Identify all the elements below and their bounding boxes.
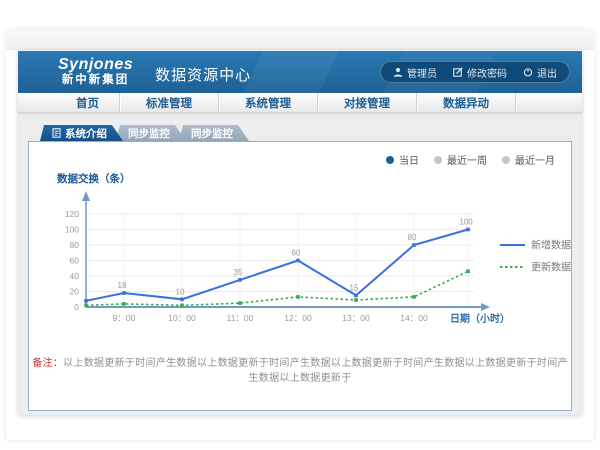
nav-item-data-change[interactable]: 数据异动 [417, 93, 516, 112]
radio-icon [386, 156, 394, 164]
change-password-label: 修改密码 [467, 65, 507, 80]
radio-icon [434, 156, 442, 164]
svg-text:12：00: 12：00 [284, 313, 312, 323]
svg-text:新增数据: 新增数据 [531, 239, 571, 252]
range-option-today[interactable]: 当日 [386, 152, 419, 167]
svg-text:15: 15 [350, 283, 359, 292]
power-icon [523, 67, 533, 77]
page-title: 数据资源中心 [155, 60, 251, 85]
svg-text:0: 0 [74, 302, 79, 312]
brand-logo: Synjones 新中新集团 [58, 57, 133, 87]
svg-text:40: 40 [70, 271, 80, 281]
user-icon [393, 67, 403, 77]
range-option-last-month[interactable]: 最近一月 [502, 152, 555, 167]
note-prefix: 备注： [32, 358, 63, 369]
main-nav: 首页 标准管理 系统管理 对接管理 数据异动 [18, 93, 582, 113]
tab-system-intro[interactable]: 系统介绍 [40, 125, 123, 141]
app-header: Synjones 新中新集团 数据资源中心 管理员 修改密码 退出 [18, 51, 582, 93]
content-panel: 当日 最近一周 最近一月 0 20 40 60 80 100 120 9：00 10：00 11：… [28, 141, 572, 411]
edit-icon [453, 67, 463, 77]
svg-text:60: 60 [70, 256, 80, 266]
logout-label: 退出 [537, 65, 557, 80]
note-text: 以上数据更新于时间产生数据以上数据更新于时间产生数据以上数据更新于时间产生数据以… [63, 358, 568, 384]
svg-text:14：00: 14：00 [400, 313, 428, 323]
tab-label: 同步监控 [128, 126, 170, 141]
svg-text:日期（小时）: 日期（小时） [450, 312, 510, 325]
svg-text:20: 20 [70, 287, 80, 297]
current-user-label: 管理员 [407, 65, 437, 80]
brand-logo-subtext: 新中新集团 [58, 75, 133, 87]
svg-text:10: 10 [176, 287, 185, 296]
nav-item-system-mgmt[interactable]: 系统管理 [219, 93, 318, 112]
svg-text:100: 100 [65, 225, 79, 235]
radio-icon [502, 156, 510, 164]
logout-button[interactable]: 退出 [523, 65, 557, 80]
footer-note: 备注：以上数据更新于时间产生数据以上数据更新于时间产生数据以上数据更新于时间产生… [29, 354, 571, 384]
nav-item-home[interactable]: 首页 [56, 93, 120, 112]
nav-item-standard-mgmt[interactable]: 标准管理 [120, 93, 219, 112]
tab-label: 系统介绍 [65, 126, 107, 141]
svg-text:60: 60 [292, 249, 301, 258]
brand-logo-text: Synjones [58, 57, 133, 73]
range-option-label: 最近一月 [515, 152, 555, 167]
current-user-button[interactable]: 管理员 [393, 65, 437, 80]
svg-text:数据交换（条）: 数据交换（条） [56, 172, 131, 185]
tab-sync-monitor-2[interactable]: 同步监控 [179, 125, 249, 141]
data-exchange-chart: 0 20 40 60 80 100 120 9：00 10：00 11：00 12：00 13：00 1… [29, 166, 573, 346]
tab-sync-monitor-1[interactable]: 同步监控 [116, 125, 186, 141]
svg-text:9：00: 9：00 [113, 313, 136, 323]
range-option-last-week[interactable]: 最近一周 [434, 152, 487, 167]
range-option-label: 最近一周 [447, 152, 487, 167]
svg-text:13：00: 13：00 [342, 313, 370, 323]
range-option-label: 当日 [399, 152, 419, 167]
change-password-button[interactable]: 修改密码 [453, 65, 507, 80]
tab-bar: 系统介绍 同步监控 同步监控 [40, 125, 242, 141]
svg-text:18: 18 [118, 281, 127, 290]
tab-label: 同步监控 [191, 126, 233, 141]
user-toolbar: 管理员 修改密码 退出 [380, 61, 570, 83]
document-icon [52, 128, 61, 138]
svg-text:120: 120 [65, 209, 79, 219]
svg-text:35: 35 [234, 268, 243, 277]
svg-text:更新数据: 更新数据 [531, 261, 571, 274]
line-chart: 0 20 40 60 80 100 120 9：00 10：00 11：00 12：00 13：00 1… [29, 166, 573, 346]
svg-text:10：00: 10：00 [168, 313, 196, 323]
time-range-selector: 当日 最近一周 最近一月 [386, 152, 555, 167]
nav-item-interface-mgmt[interactable]: 对接管理 [318, 93, 417, 112]
app-page: Synjones 新中新集团 数据资源中心 管理员 修改密码 退出 [18, 51, 582, 415]
svg-text:80: 80 [408, 233, 417, 242]
svg-text:100: 100 [459, 218, 473, 227]
window-chrome [6, 30, 594, 50]
svg-text:80: 80 [70, 240, 80, 250]
svg-text:11：00: 11：00 [227, 313, 254, 323]
